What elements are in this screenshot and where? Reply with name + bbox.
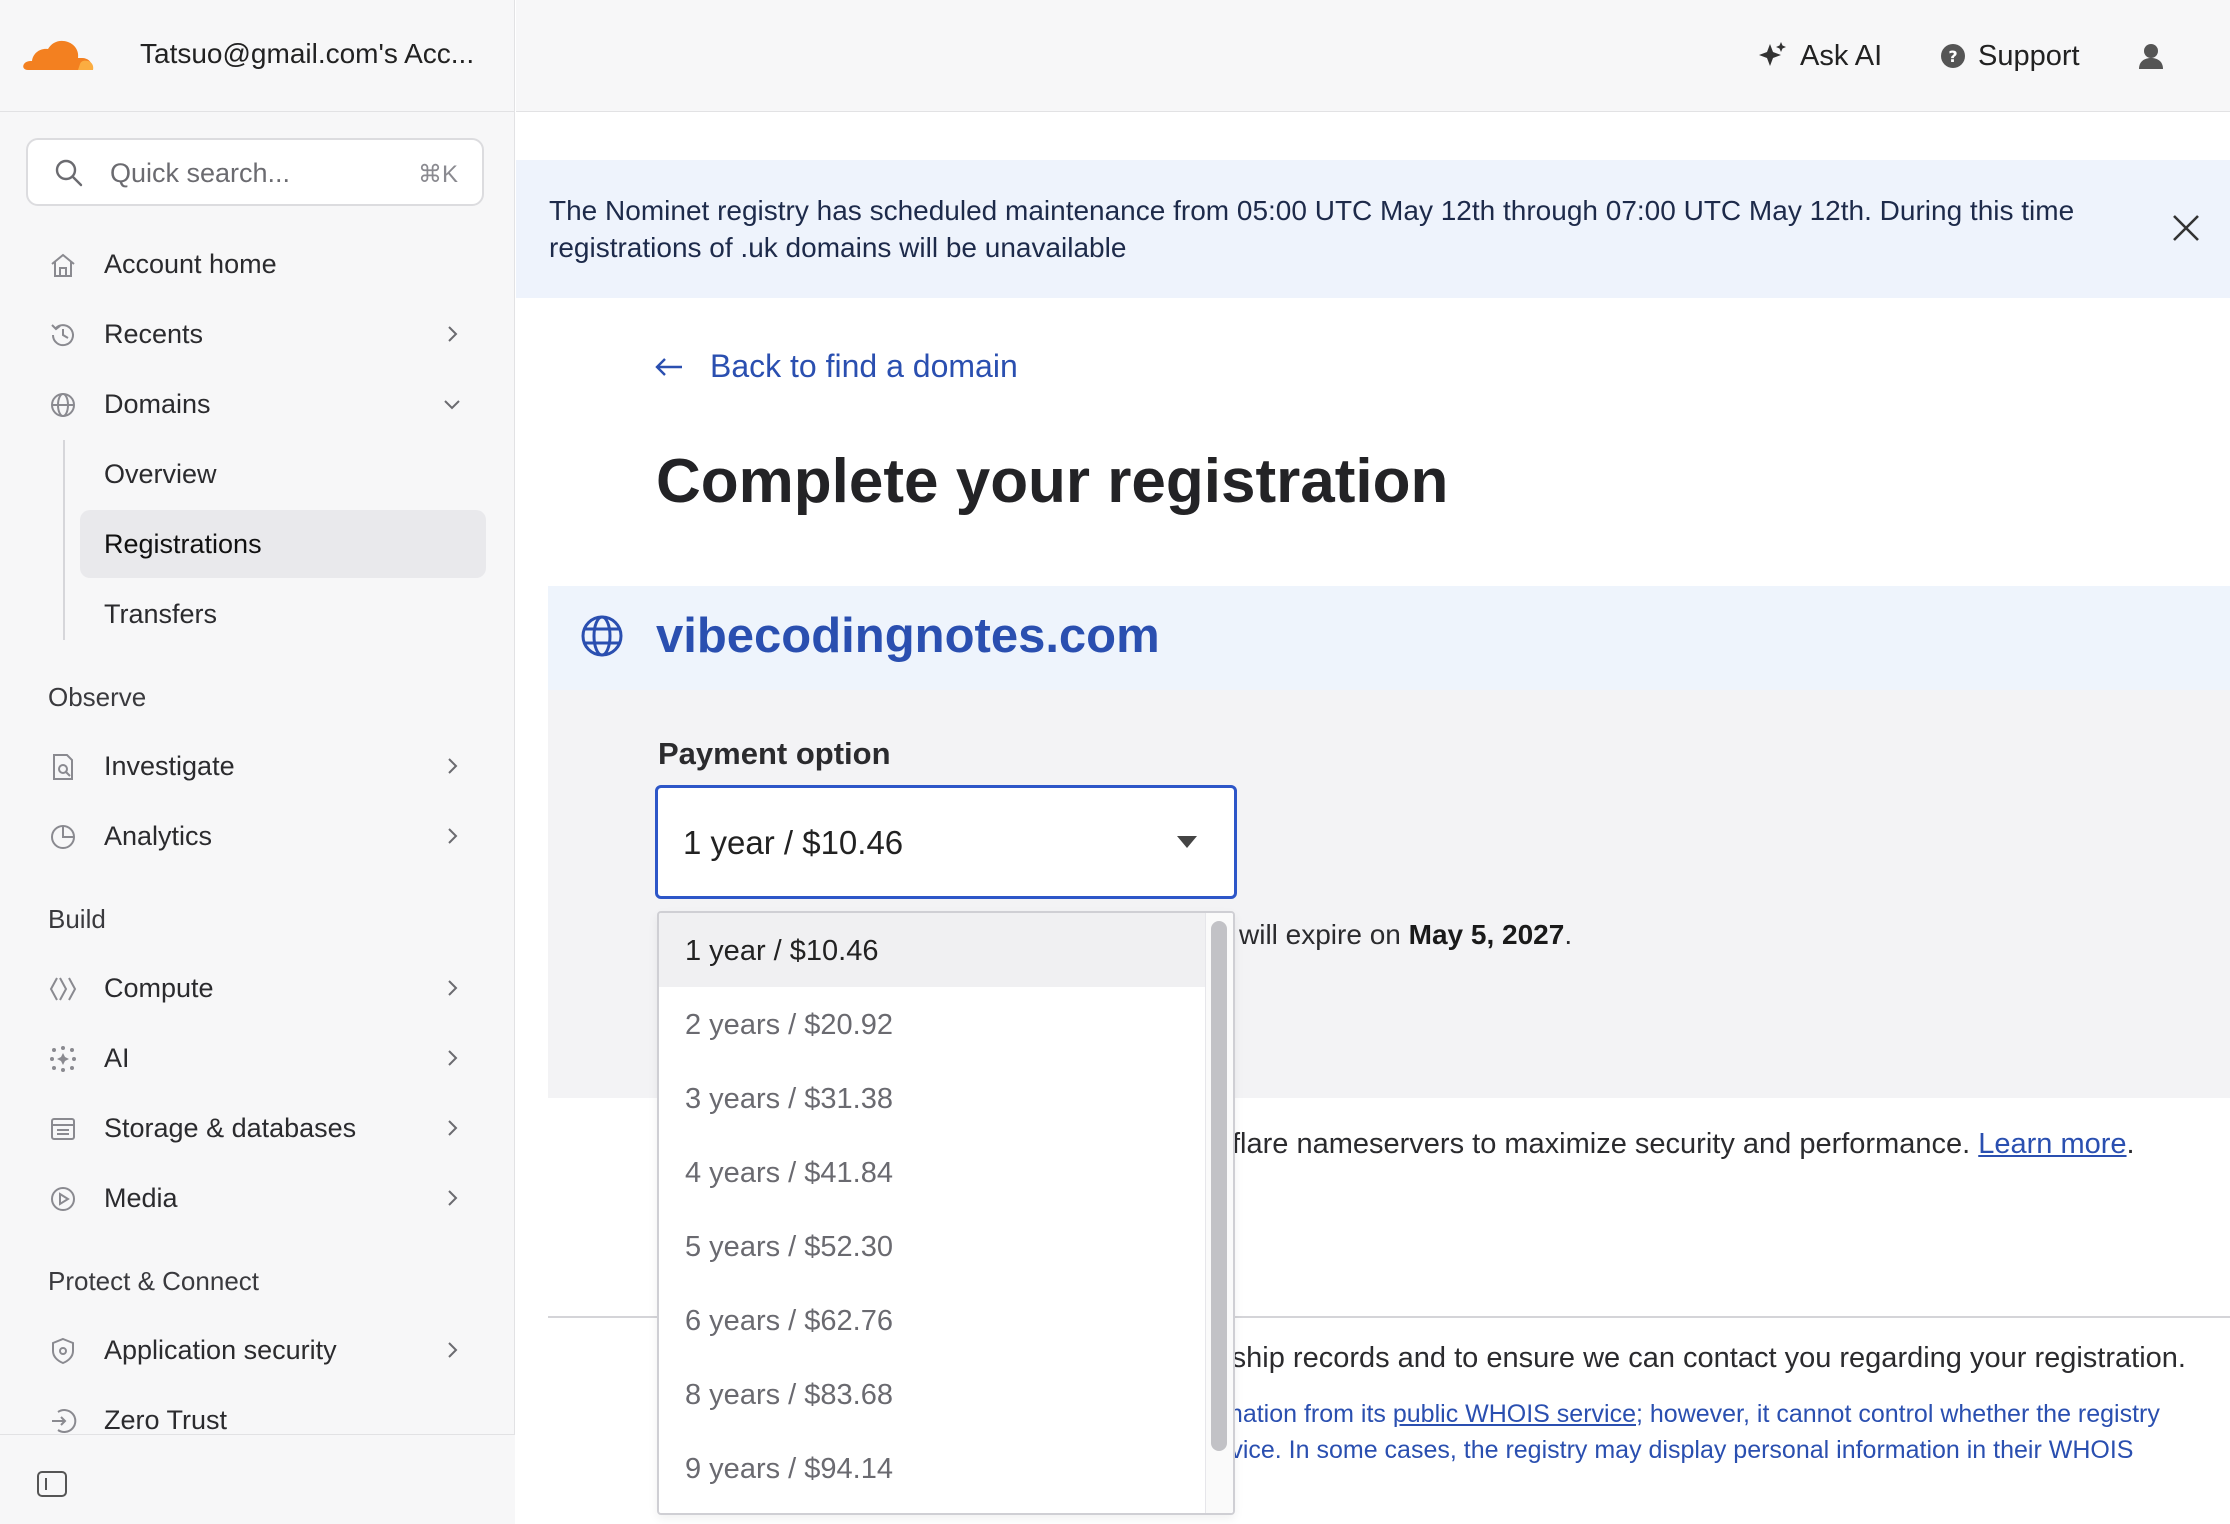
payment-option-dropdown[interactable]: 1 year / $10.46 2 years / $20.92 3 years… — [657, 911, 1235, 1515]
whois-notice: mation from its public WHOIS service; ho… — [1222, 1400, 2160, 1464]
sidebar-item-recents[interactable]: Recents — [0, 302, 515, 366]
domain-card-header: vibecodingnotes.com — [548, 586, 2230, 690]
search-icon — [55, 159, 83, 187]
chevron-down-icon — [444, 400, 460, 410]
search-placeholder: Quick search... — [110, 158, 291, 188]
sidebar-item-domains[interactable]: Domains — [0, 372, 515, 436]
sidebar-footer — [0, 1434, 515, 1524]
globe-icon — [51, 393, 75, 417]
chevron-right-icon — [448, 758, 458, 774]
dropdown-option[interactable]: 4 years / $41.84 — [659, 1135, 1205, 1209]
sparkle-dots-icon — [50, 1046, 76, 1072]
dropdown-option[interactable]: 6 years / $62.76 — [659, 1283, 1205, 1357]
caret-down-icon — [1177, 836, 1197, 848]
dropdown-option[interactable]: 3 years / $31.38 — [659, 1061, 1205, 1135]
help-circle-icon: ? — [1941, 44, 1965, 68]
account-name[interactable]: Tatsuo@gmail.com's Acc... — [140, 38, 474, 70]
ask-ai-button[interactable]: Ask AI — [1756, 36, 1882, 76]
home-icon — [51, 253, 75, 277]
section-build: Build — [48, 904, 106, 934]
submenu-guide-line — [63, 440, 65, 640]
storage-icon — [51, 1118, 75, 1140]
compute-icon — [49, 977, 77, 1001]
payment-option-label: Payment option — [658, 736, 891, 771]
top-bar: Ask AI ? Support — [516, 0, 2230, 112]
contact-info-notice: rship records and to ensure we can conta… — [1222, 1342, 2186, 1374]
maintenance-banner: The Nominet registry has scheduled maint… — [516, 160, 2230, 298]
chevron-right-icon — [448, 980, 458, 996]
quick-search-input[interactable]: Quick search... ⌘K — [26, 138, 484, 206]
expiration-date: May 5, 2027 — [1408, 919, 1565, 950]
sidebar-item-overview[interactable]: Overview — [80, 440, 486, 508]
globe-www-icon — [581, 615, 623, 657]
dropdown-option[interactable]: 2 years / $20.92 — [659, 987, 1205, 1061]
dropdown-option[interactable]: 8 years / $83.68 — [659, 1357, 1205, 1431]
svg-text:?: ? — [1948, 47, 1957, 66]
sidebar-item-application-security[interactable]: Application security — [0, 1318, 515, 1382]
sidebar-item-storage-databases[interactable]: Storage & databases — [0, 1096, 515, 1160]
shield-icon — [52, 1337, 74, 1365]
sidebar-item-compute[interactable]: Compute — [0, 956, 515, 1020]
section-observe: Observe — [48, 682, 147, 712]
sidebar-item-investigate[interactable]: Investigate — [0, 734, 515, 798]
section-protect-connect: Protect & Connect — [48, 1266, 259, 1296]
cloudflare-logo-icon[interactable] — [22, 34, 98, 74]
history-icon — [51, 324, 74, 347]
sidebar-item-media[interactable]: Media — [0, 1166, 515, 1230]
sidebar-item-registrations[interactable]: Registrations — [80, 510, 486, 578]
zero-trust-icon — [52, 1409, 77, 1433]
user-icon — [2139, 44, 2163, 69]
nameserver-notice: flare nameservers to maximize security a… — [1232, 1128, 2135, 1160]
page-title: Complete your registration — [656, 447, 1449, 516]
user-menu-button[interactable] — [2136, 36, 2166, 76]
dropdown-scrollbar-thumb[interactable] — [1211, 921, 1227, 1451]
back-to-find-domain-link[interactable]: Back to find a domain — [654, 348, 1018, 385]
support-button[interactable]: ? Support — [1940, 36, 2080, 76]
chevron-right-icon — [448, 1050, 458, 1066]
expiration-notice: will expire on May 5, 2027. — [1239, 919, 1573, 950]
sidebar: Tatsuo@gmail.com's Acc... Quick search..… — [0, 0, 515, 1524]
dropdown-option[interactable]: 9 years / $94.14 — [659, 1431, 1205, 1505]
sidebar-item-ai[interactable]: AI — [0, 1026, 515, 1090]
chevron-right-icon — [448, 1342, 458, 1358]
dropdown-option[interactable]: 1 year / $10.46 — [659, 913, 1205, 987]
public-whois-link[interactable]: public WHOIS service — [1393, 1400, 1636, 1428]
chevron-right-icon — [448, 828, 458, 844]
learn-more-link[interactable]: Learn more — [1978, 1128, 2126, 1160]
domain-name: vibecodingnotes.com — [656, 609, 1160, 663]
play-circle-icon — [51, 1187, 75, 1211]
sparkle-icon — [1759, 42, 1786, 66]
sidebar-item-transfers[interactable]: Transfers — [80, 580, 486, 648]
close-icon[interactable] — [2168, 210, 2204, 246]
sidebar-item-analytics[interactable]: Analytics — [0, 804, 515, 868]
chevron-right-icon — [448, 1190, 458, 1206]
payment-option-value: 1 year / $10.46 — [683, 824, 904, 861]
collapse-sidebar-icon[interactable] — [36, 1469, 68, 1499]
chevron-right-icon — [448, 1120, 458, 1136]
arrow-left-icon — [655, 357, 682, 376]
sidebar-header: Tatsuo@gmail.com's Acc... — [0, 0, 515, 112]
chevron-right-icon — [448, 326, 458, 342]
pie-chart-icon — [51, 825, 75, 849]
sidebar-item-account-home[interactable]: Account home — [0, 232, 515, 296]
investigate-icon — [53, 754, 73, 780]
banner-message: The Nominet registry has scheduled maint… — [549, 195, 2075, 263]
payment-option-select[interactable]: 1 year / $10.46 — [655, 785, 1237, 899]
search-shortcut: ⌘K — [417, 161, 458, 188]
dropdown-option[interactable]: 5 years / $52.30 — [659, 1209, 1205, 1283]
